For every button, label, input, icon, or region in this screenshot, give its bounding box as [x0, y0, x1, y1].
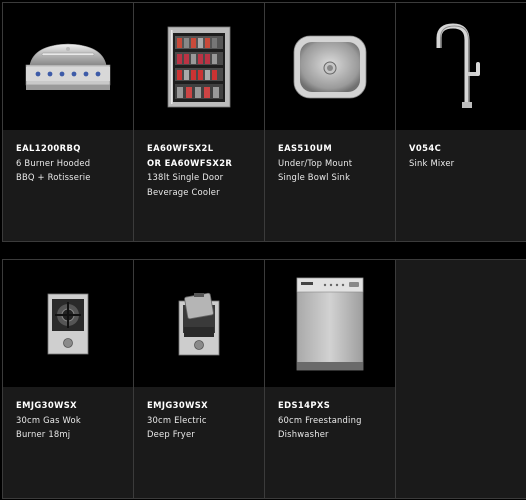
product-card-dishwasher[interactable]: EDS14PXS 60cm Freestanding Dishwasher [265, 260, 395, 498]
product-description: 138lt Single Door [147, 172, 224, 182]
product-card-sink-mixer[interactable]: V054C Sink Mixer [396, 3, 526, 241]
product-description: 6 Burner Hooded [16, 157, 91, 168]
product-description: Deep Fryer [147, 429, 195, 439]
product-description: BBQ + Rotisserie [16, 172, 91, 182]
product-code: EAL1200RBQ [16, 143, 81, 153]
product-code: EA60WFSX2L [147, 143, 214, 153]
product-description: Dishwasher [278, 429, 329, 439]
product-image-sink [265, 3, 395, 130]
product-description: 30cm Gas Wok [16, 414, 81, 425]
empty-image [396, 260, 526, 387]
product-code: EMJG30WSX [16, 400, 78, 410]
beverage-cooler-icon [167, 26, 231, 107]
product-image-bbq [3, 3, 133, 130]
empty-card [396, 260, 526, 498]
product-description: Beverage Cooler [147, 186, 220, 197]
product-code: V054C [409, 143, 442, 153]
bbq-icon [25, 43, 111, 90]
product-image-dishwasher [265, 260, 395, 387]
product-image-sink-mixer [396, 3, 526, 130]
dishwasher-icon [296, 277, 364, 370]
product-card-beverage-cooler[interactable]: EA60WFSX2L OR EA60WFSX2R 138lt Single Do… [134, 3, 264, 241]
product-description: 30cm Electric [147, 414, 207, 425]
product-card-deep-fryer[interactable]: EMJG30WSX 30cm Electric Deep Fryer [134, 260, 264, 498]
product-code: EMJG30WSX [147, 400, 209, 410]
product-grid-row-1: EAL1200RBQ 6 Burner Hooded BBQ + Rotisse… [2, 2, 526, 242]
product-code: EDS14PXS [278, 400, 331, 410]
product-image-gas-wok-burner [3, 260, 133, 387]
gas-wok-burner-icon [47, 293, 89, 354]
product-description: Single Bowl Sink [278, 172, 351, 182]
product-grid-row-2: EMJG30WSX 30cm Gas Wok Burner 18mj EMJG3… [2, 259, 526, 499]
sink-icon [293, 35, 367, 98]
sink-mixer-icon [436, 22, 480, 108]
product-description: Burner 18mj [16, 429, 71, 439]
product-image-beverage-cooler [134, 3, 264, 130]
product-description: Sink Mixer [409, 157, 455, 168]
product-description: Under/Top Mount [278, 157, 353, 168]
product-description: 60cm Freestanding [278, 414, 362, 425]
product-code: EAS510UM [278, 143, 333, 153]
product-code: OR EA60WFSX2R [147, 157, 233, 168]
product-card-sink[interactable]: EAS510UM Under/Top Mount Single Bowl Sin… [265, 3, 395, 241]
product-card-bbq[interactable]: EAL1200RBQ 6 Burner Hooded BBQ + Rotisse… [3, 3, 133, 241]
product-card-gas-wok-burner[interactable]: EMJG30WSX 30cm Gas Wok Burner 18mj [3, 260, 133, 498]
deep-fryer-icon [178, 292, 220, 355]
product-image-deep-fryer [134, 260, 264, 387]
